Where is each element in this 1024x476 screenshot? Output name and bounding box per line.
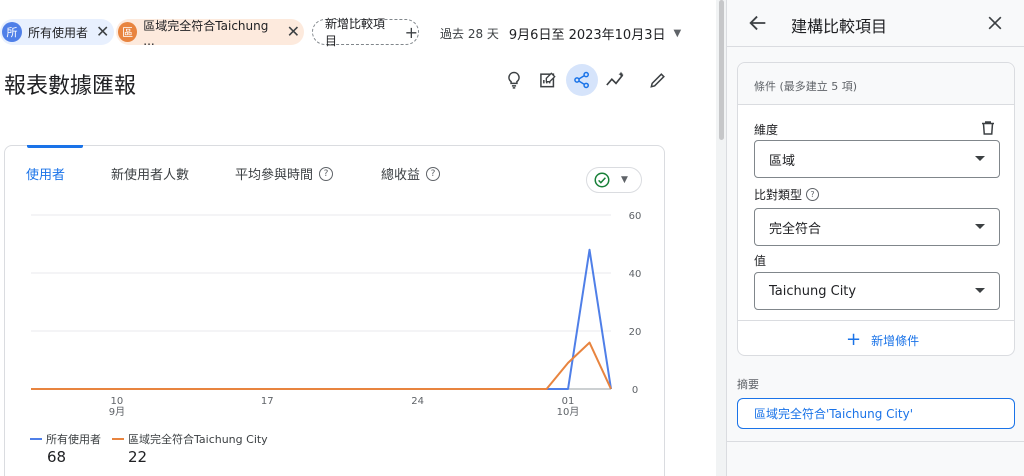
comparison-label: 區域完全符合Taichung ... bbox=[143, 18, 269, 48]
comparison-chip-all-users[interactable]: 所 所有使用者 ✕ bbox=[0, 19, 114, 45]
comparison-chip-taichung[interactable]: 區 區域完全符合Taichung ... ✕ bbox=[116, 18, 304, 48]
y-tick-label: 60 bbox=[629, 211, 642, 222]
legend-label: 所有使用者 bbox=[46, 433, 101, 446]
x-tick-label: 10 bbox=[111, 396, 124, 407]
x-tick-month-label: 10月 bbox=[557, 406, 580, 418]
date-range-value: 9月6日至 2023年10月3日 bbox=[508, 28, 666, 43]
divider bbox=[738, 320, 1014, 321]
edit-report-icon[interactable] bbox=[532, 64, 564, 96]
date-range-picker[interactable]: 過去 28 天 9月6日至 2023年10月3日 ▼ bbox=[440, 24, 681, 43]
chart-card: 使用者 新使用者人數 平均參與時間 ? 總收益 ? ▼ 60 40 20 0 10 9月 1… bbox=[4, 145, 665, 476]
legend-label: 區域完全符合Taichung City bbox=[128, 433, 268, 446]
legend-total-taichung: 22 bbox=[128, 448, 148, 466]
caret-down-icon: ▼ bbox=[673, 28, 682, 39]
divider bbox=[727, 46, 1024, 47]
y-tick-label: 20 bbox=[629, 327, 642, 338]
remove-comparison-icon[interactable]: ✕ bbox=[96, 24, 109, 40]
report-area: 所 所有使用者 ✕ 區 區域完全符合Taichung ... ✕ 新增比較項目 … bbox=[0, 0, 716, 476]
back-arrow-icon[interactable] bbox=[747, 12, 769, 34]
plus-icon: + bbox=[404, 22, 418, 42]
add-comparison-button[interactable]: 新增比較項目 + bbox=[312, 17, 419, 48]
share-icon[interactable] bbox=[566, 64, 598, 96]
value-text: Taichung City bbox=[769, 283, 857, 299]
conditions-card: 條件 (最多建立 5 項) 維度 區域 比對類型 ? 完全符合 值 Taichu… bbox=[737, 62, 1015, 356]
summary-label: 摘要 bbox=[737, 378, 759, 391]
lightbulb-icon[interactable] bbox=[498, 64, 530, 96]
y-tick-label: 40 bbox=[629, 269, 642, 280]
add-condition-button[interactable]: + 新增條件 bbox=[846, 331, 919, 349]
caret-down-icon bbox=[975, 156, 985, 161]
match-type-label: 比對類型 ? bbox=[754, 186, 820, 203]
remove-comparison-icon[interactable]: ✕ bbox=[287, 24, 300, 40]
pencil-icon[interactable] bbox=[642, 64, 674, 96]
dimension-label: 維度 bbox=[754, 123, 779, 137]
match-type-value: 完全符合 bbox=[769, 221, 822, 237]
legend-swatch bbox=[112, 438, 124, 440]
legend-item-all-users: 所有使用者 bbox=[30, 431, 101, 447]
plus-icon: + bbox=[846, 329, 862, 350]
x-tick-label: 17 bbox=[261, 396, 274, 407]
line-chart: 60 40 20 0 109月 17 24 0110月 bbox=[31, 211, 642, 418]
value-label: 值 bbox=[754, 254, 767, 268]
divider bbox=[727, 441, 1024, 442]
caret-down-icon bbox=[975, 224, 985, 229]
conditions-header: 條件 (最多建立 5 項) bbox=[738, 63, 1014, 105]
match-type-label-text: 比對類型 bbox=[754, 188, 803, 202]
legend-swatch bbox=[30, 438, 42, 440]
series-line bbox=[31, 341, 612, 390]
page-title: 報表數據匯報 bbox=[4, 74, 137, 99]
panel-title: 建構比較項目 bbox=[791, 17, 888, 36]
x-tick-label: 24 bbox=[411, 396, 424, 407]
build-comparison-panel: 建構比較項目 條件 (最多建立 5 項) 維度 區域 比對類型 ? 完全符合 值… bbox=[726, 0, 1024, 476]
match-type-select[interactable]: 完全符合 bbox=[754, 208, 1000, 246]
add-condition-label: 新增條件 bbox=[871, 333, 920, 348]
scrollbar-thumb[interactable] bbox=[719, 0, 724, 140]
add-comparison-label: 新增比較項目 bbox=[325, 17, 386, 48]
y-tick-label: 0 bbox=[632, 385, 638, 396]
caret-down-icon bbox=[975, 288, 985, 293]
panel-header: 建構比較項目 bbox=[727, 0, 1024, 46]
series-line bbox=[31, 248, 612, 390]
comparison-badge: 區 bbox=[118, 22, 138, 42]
conditions-title: 條件 (最多建立 5 項) bbox=[754, 80, 858, 93]
legend-item-taichung: 區域完全符合Taichung City bbox=[112, 431, 268, 447]
comparison-label: 所有使用者 bbox=[28, 25, 89, 40]
date-range-prefix: 過去 28 天 bbox=[440, 27, 499, 41]
dimension-select[interactable]: 區域 bbox=[754, 140, 1000, 178]
summary-value: 區域完全符合'Taichung City' bbox=[737, 398, 1015, 429]
value-select[interactable]: Taichung City bbox=[754, 272, 1000, 310]
help-icon[interactable]: ? bbox=[806, 188, 820, 201]
close-icon[interactable] bbox=[985, 13, 1005, 33]
dimension-value: 區域 bbox=[769, 153, 796, 169]
x-tick-month-label: 9月 bbox=[109, 406, 125, 418]
legend-total-all-users: 68 bbox=[47, 448, 67, 466]
x-tick-label: 01 bbox=[562, 396, 575, 407]
compare-trend-icon[interactable] bbox=[600, 64, 632, 96]
trash-icon[interactable] bbox=[979, 119, 997, 137]
comparison-badge: 所 bbox=[2, 22, 22, 42]
